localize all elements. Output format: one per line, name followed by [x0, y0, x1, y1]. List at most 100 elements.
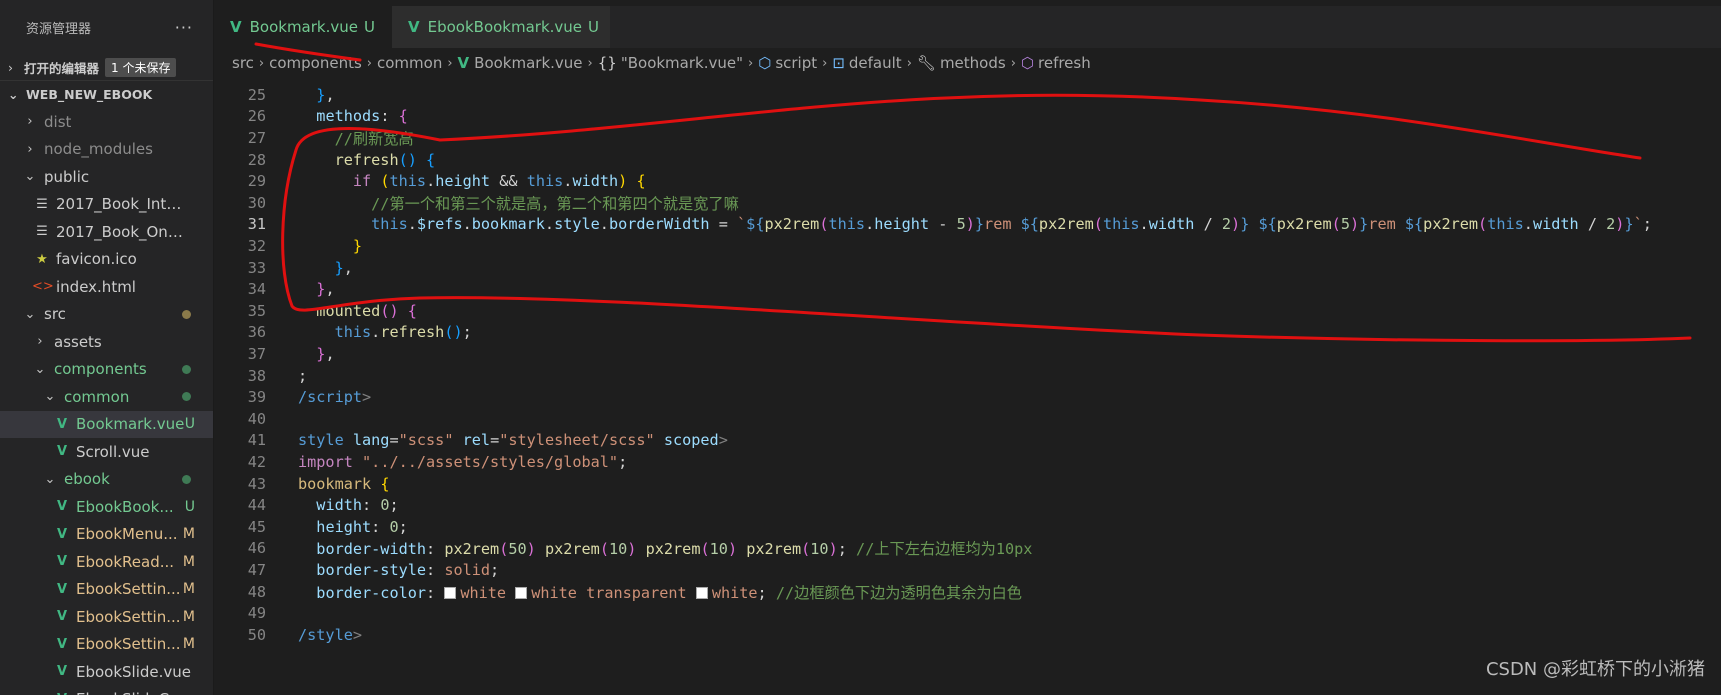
tree-item[interactable]: V EbookSlide.vue [0, 658, 213, 686]
breadcrumb-item[interactable]: methods [940, 54, 1006, 72]
tree-item[interactable]: V EbookMenu... M [0, 521, 213, 549]
tree-item[interactable]: ⌄ src [0, 301, 213, 329]
breadcrumb-item[interactable]: common [377, 54, 442, 72]
tree-item-label: assets [54, 332, 102, 351]
git-status-dot-icon [182, 309, 191, 319]
breadcrumb-item[interactable]: "Bookmark.vue" [621, 54, 743, 72]
vue-icon: V [408, 18, 420, 36]
chevron-right-icon: › [258, 55, 265, 71]
tree-item[interactable]: V Bookmark.vue U [0, 410, 213, 438]
tree-item[interactable]: ⌄ ebook [0, 466, 213, 494]
chevron-down-icon: ⌄ [8, 87, 19, 102]
code-line: 48 border-color: white white transparent… [247, 582, 1022, 602]
braces-icon: {} [597, 54, 617, 72]
tree-item-label: dist [44, 112, 72, 131]
git-status-badge: M [182, 636, 195, 653]
vue-icon: V [56, 416, 68, 432]
tree-item[interactable]: V EbookSettin... M [0, 603, 213, 631]
open-editors-section[interactable]: › 打开的编辑器 1 个未保存 [0, 54, 213, 80]
explorer-sidebar: 资源管理器 ··· › 打开的编辑器 1 个未保存 ⌄ WEB_NEW_EBOO… [0, 0, 214, 695]
git-status-dot-icon [182, 392, 191, 402]
tree-item[interactable]: › node_modules [0, 136, 213, 164]
tree-item[interactable]: <> index.html [0, 273, 213, 301]
vue-icon: V [56, 499, 68, 515]
vue-icon: V [56, 609, 68, 625]
tree-item[interactable]: V EbookSettin... M [0, 631, 213, 659]
breadcrumb-item[interactable]: script [775, 54, 817, 72]
tree-item[interactable]: V Scroll.vue [0, 438, 213, 466]
tree-item[interactable]: ⌄ common [0, 383, 213, 411]
vue-icon: V [56, 526, 68, 542]
vue-icon: V [56, 664, 68, 680]
more-actions-icon[interactable]: ··· [175, 18, 193, 37]
breadcrumb-item[interactable]: src [232, 54, 254, 72]
tree-item-label: favicon.ico [56, 250, 137, 269]
chevron-right-icon: › [8, 59, 13, 75]
code-line: 35 mounted() { [247, 301, 417, 320]
breadcrumb-item[interactable]: Bookmark.vue [474, 54, 582, 72]
code-line: 41 style lang="scss" rel="stylesheet/scss… [247, 431, 728, 450]
git-status-badge: M [182, 526, 195, 543]
tree-item[interactable]: V EbookBook... U [0, 493, 213, 521]
field-icon: ⊡ [832, 54, 845, 72]
code-line: 42 import "../../assets/styles/global"; [247, 452, 628, 471]
chevron-right-icon: › [366, 55, 372, 71]
tree-item[interactable]: ☰ 2017_Book_Interdisc... [0, 191, 213, 219]
tree-item-label: node_modules [44, 140, 153, 159]
chevron-right-icon: › [27, 141, 33, 157]
chevron-right-icon: › [27, 114, 33, 130]
vue-icon: V [457, 54, 470, 72]
code-line: 26 methods: { [247, 107, 408, 126]
code-line: 46 border-width: px2rem(50) px2rem(10) p… [247, 539, 1033, 559]
code-editor[interactable]: 25 }, 26 methods: { 27 //刷新宽高 28 refresh… [214, 80, 1721, 695]
tree-item[interactable]: V EbookSettin... M [0, 576, 213, 604]
code-line: 44 width: 0; [247, 496, 399, 515]
chevron-right-icon: › [906, 55, 912, 71]
vue-icon: V [56, 581, 68, 597]
tree-item[interactable]: ☰ 2017_Book_OneHun... [0, 218, 213, 246]
breadcrumb-item[interactable]: default [849, 54, 902, 72]
git-status-badge: U [184, 416, 195, 433]
breadcrumb-item[interactable]: components [269, 54, 362, 72]
tab-bookmark-vue[interactable]: V Bookmark.vue U [214, 6, 392, 48]
chevron-right-icon: › [1010, 55, 1016, 71]
tree-item[interactable]: ⌄ components [0, 356, 213, 384]
tree-item-label: 2017_Book_Interdisc... [56, 195, 184, 214]
tree-item[interactable]: ★ favicon.ico [0, 246, 213, 274]
code-line: 47 border-style: solid; [247, 560, 500, 579]
explorer-title: 资源管理器 [26, 21, 92, 37]
tree-item-label: 2017_Book_OneHun... [56, 222, 184, 241]
breadcrumb: src › components › common › V Bookmark.vue › … [214, 48, 1721, 78]
workspace-root[interactable]: ⌄ WEB_NEW_EBOOK [0, 80, 213, 108]
breadcrumb-item[interactable]: refresh [1038, 54, 1091, 72]
tree-item[interactable]: › dist [0, 108, 213, 136]
tree-item[interactable]: ⌄ public [0, 163, 213, 191]
code-line: 36 this.refresh(); [247, 323, 472, 342]
tree-item-label: EbookSlide.vue [76, 662, 192, 681]
tab-status: U [363, 18, 375, 36]
code-line: 37 }, [247, 344, 335, 363]
open-editors-label: 打开的编辑器 [24, 60, 100, 76]
color-swatch[interactable] [515, 586, 528, 599]
tree-item-label: EbookMenu... [76, 525, 178, 544]
tree-item-label: Scroll.vue [76, 442, 150, 461]
tree-item-label: components [54, 360, 147, 379]
tree-item[interactable]: V EbookRead... M [0, 548, 213, 576]
tab-status: U [588, 18, 600, 36]
tree-item[interactable]: VEbookSlideConte... [0, 686, 213, 695]
tree-item[interactable]: › assets [0, 328, 213, 356]
tree-item-label: EbookBook... [76, 497, 174, 516]
color-swatch[interactable] [444, 586, 457, 599]
tree-item-label: ebook [64, 470, 110, 489]
git-status-badge: U [184, 498, 195, 515]
chevron-right-icon: › [822, 55, 828, 71]
tab-ebookbookmark-vue[interactable]: V EbookBookmark.vue U [392, 6, 610, 48]
tree-item-label: index.html [56, 277, 136, 296]
lines-icon: ☰ [36, 196, 48, 212]
tree-item-label: EbookSlideConte... [76, 690, 204, 695]
vue-icon: V [56, 554, 68, 570]
code-line: 30 //第一个和第三个就是高，第二个和第四个就是宽了嘛 [247, 193, 739, 213]
tree-item-label: public [44, 167, 90, 186]
cube-icon: ⬡ [758, 54, 772, 72]
color-swatch[interactable] [695, 586, 708, 599]
